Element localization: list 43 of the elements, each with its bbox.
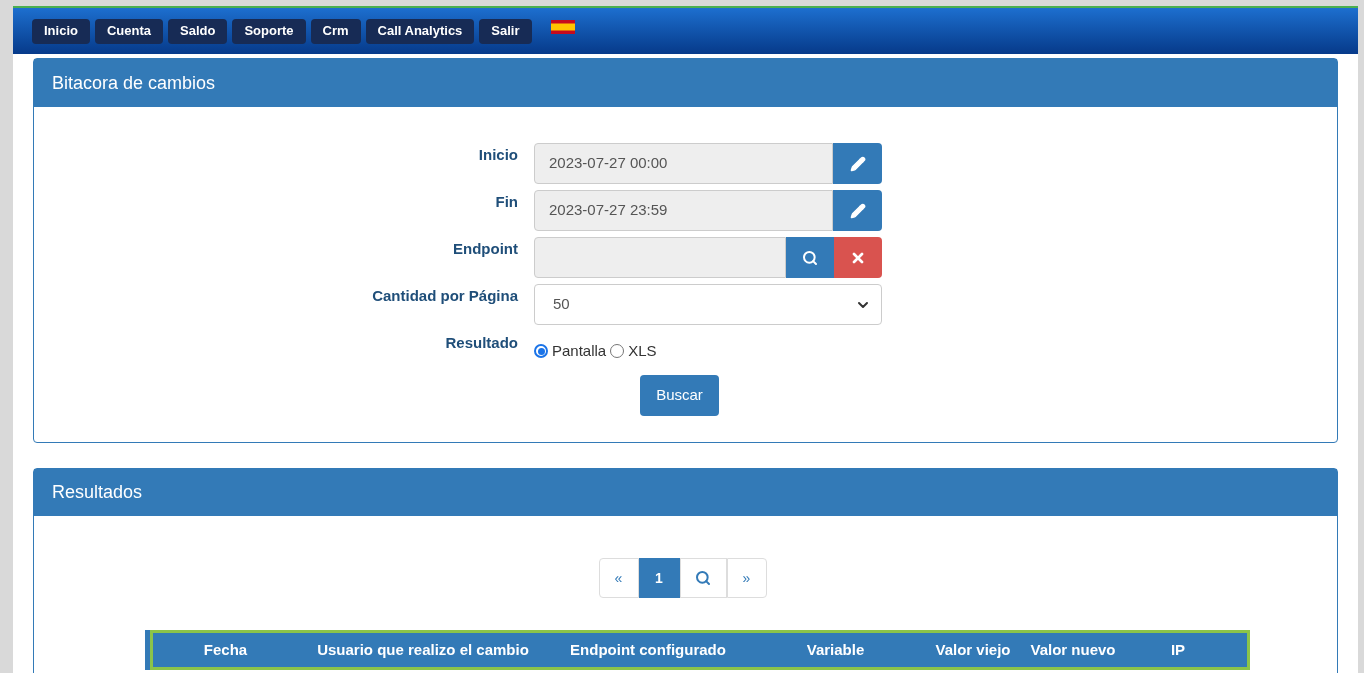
search-icon xyxy=(695,570,711,586)
next-page-button[interactable]: » xyxy=(726,558,767,598)
date-field[interactable]: 2023-07-27 23:59 xyxy=(534,190,833,231)
field-label: Cantidad por Página xyxy=(372,286,518,306)
column-header: Valor nuevo xyxy=(1029,639,1117,660)
nav-button[interactable]: Crm xyxy=(310,18,361,44)
field-label: Endpoint xyxy=(453,239,518,259)
radio-button[interactable] xyxy=(534,344,548,359)
panel-title: Bitacora de cambios xyxy=(52,71,216,95)
radio-label: Pantalla xyxy=(552,341,607,361)
previous-page-button[interactable]: « xyxy=(598,558,639,598)
nav-button[interactable]: Saldo xyxy=(168,18,228,44)
column-header: IP xyxy=(1169,639,1187,660)
page-size-select[interactable]: 50 xyxy=(534,284,882,325)
pencil-icon xyxy=(849,202,866,219)
page-button[interactable]: 1 xyxy=(638,558,680,598)
search-submit-button[interactable]: Buscar xyxy=(640,374,719,416)
field-label: Resultado xyxy=(445,333,518,353)
flag-icon xyxy=(550,20,575,34)
field-label: Fin xyxy=(495,192,518,212)
endpoint-field[interactable] xyxy=(534,237,786,278)
search-button[interactable] xyxy=(786,237,834,278)
nav-button[interactable]: Soporte xyxy=(232,18,306,44)
panel-title: Resultados xyxy=(52,481,143,504)
date-field[interactable]: 2023-07-27 00:00 xyxy=(534,143,833,184)
nav-button[interactable]: Cuenta xyxy=(94,18,163,44)
pencil-icon xyxy=(849,155,866,172)
search-page-button[interactable] xyxy=(679,558,727,598)
edit-button[interactable] xyxy=(833,143,882,184)
clear-button[interactable] xyxy=(834,237,882,278)
radio-label: XLS xyxy=(628,341,657,361)
column-header: Endpoint configurado xyxy=(569,639,727,660)
field-label: Inicio xyxy=(478,145,518,165)
column-header: Valor viejo xyxy=(934,639,1012,660)
edit-button[interactable] xyxy=(833,190,882,231)
search-icon xyxy=(802,249,818,266)
column-header: Variable xyxy=(805,639,866,660)
nav-button[interactable]: Inicio xyxy=(32,18,90,44)
nav-button[interactable]: Salir xyxy=(479,18,532,44)
column-header: Usuario que realizo el cambio xyxy=(316,639,530,660)
column-header: Fecha xyxy=(202,639,249,660)
radio-button[interactable] xyxy=(610,344,625,359)
nav-button[interactable]: Call Analytics xyxy=(365,18,475,44)
